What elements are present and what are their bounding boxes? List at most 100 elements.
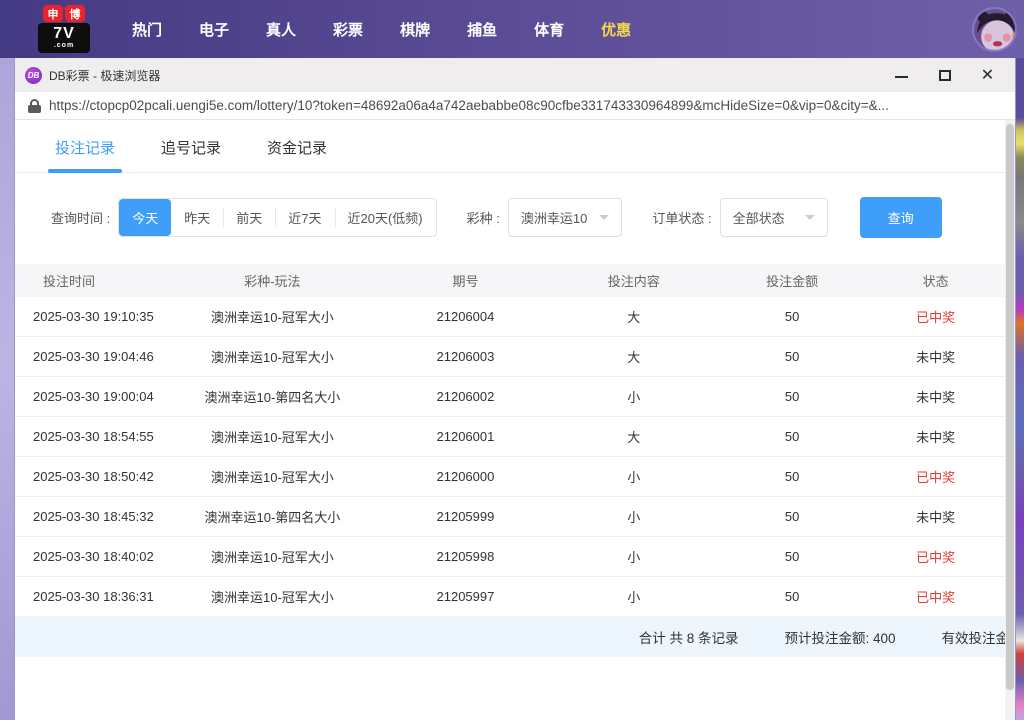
cell-bet-amount: 50 [718,589,867,604]
cell-game-play: 澳洲幸运10-冠军大小 [164,427,382,446]
desktop-wallpaper-sliver [1016,58,1024,720]
cell-bet-time: 2025-03-30 19:00:04 [15,389,164,404]
cell-bet-content: 小 [550,547,718,566]
cell-bet-content: 小 [550,387,718,406]
time-range-option[interactable]: 前天 [223,199,275,236]
site-navbar: 申 博 7V .com 热门 电子 真人 彩票 棋牌 捕鱼 体育 优惠 [0,0,1024,58]
nav-menu-item[interactable]: 真人 [266,19,296,40]
scrollbar-thumb[interactable] [1006,124,1014,690]
time-range-option[interactable]: 近7天 [275,199,334,236]
order-status-select[interactable]: 全部状态 [720,198,828,237]
time-range-option[interactable]: 昨天 [171,199,223,236]
cell-issue: 21206002 [381,389,549,404]
cell-bet-amount: 50 [718,469,867,484]
cell-bet-content: 小 [550,507,718,526]
nav-menu: 热门 电子 真人 彩票 棋牌 捕鱼 体育 优惠 [132,19,631,40]
header-issue: 期号 [381,271,549,290]
cell-bet-amount: 50 [718,509,867,524]
time-range-option[interactable]: 近20天(低频) [335,199,436,236]
nav-menu-item[interactable]: 热门 [132,19,162,40]
nav-menu-item[interactable]: 电子 [199,19,229,40]
minimize-button[interactable] [894,68,909,83]
query-button[interactable]: 查询 [860,197,942,238]
cell-issue: 21206001 [381,429,549,444]
user-avatar[interactable] [972,7,1017,52]
close-button[interactable]: ✕ [980,68,995,83]
time-filter-label: 查询时间 : [51,208,110,227]
cell-game-play: 澳洲幸运10-冠军大小 [164,467,382,486]
cell-status: 已中奖 [866,467,1005,486]
window-titlebar[interactable]: DB DB彩票 - 极速浏览器 ✕ [15,58,1015,92]
url-bar[interactable]: https://ctopcp02pcali.uengi5e.com/lotter… [15,92,1015,120]
cell-game-play: 澳洲幸运10-冠军大小 [164,347,382,366]
window-controls: ✕ [894,68,1005,83]
lottery-select[interactable]: 澳洲幸运10 [508,198,622,237]
maximize-button[interactable] [937,68,952,83]
lottery-select-value: 澳洲幸运10 [521,208,587,227]
summary-valid-amount: 有效投注金 [942,627,1006,647]
cell-bet-amount: 50 [718,349,867,364]
cell-bet-time: 2025-03-30 18:40:02 [15,549,164,564]
cell-status: 已中奖 [866,307,1005,326]
cell-game-play: 澳洲幸运10-冠军大小 [164,587,382,606]
url-text[interactable]: https://ctopcp02pcali.uengi5e.com/lotter… [49,98,1002,113]
browser-window: DB DB彩票 - 极速浏览器 ✕ https://ctopcp02pcali.… [14,58,1016,720]
summary-total-records: 合计 共 8 条记录 [639,627,739,647]
cell-status: 未中奖 [866,387,1005,406]
cell-issue: 21205997 [381,589,549,604]
record-tabs: 投注记录 追号记录 资金记录 [15,120,1005,173]
table-row: 2025-03-30 18:54:55 澳洲幸运10-冠军大小 21206001… [15,417,1005,457]
cell-bet-content: 大 [550,427,718,446]
cell-game-play: 澳洲幸运10-冠军大小 [164,307,382,326]
cell-issue: 21206004 [381,309,549,324]
summary-bar: 合计 共 8 条记录 预计投注金额: 400 有效投注金 [15,617,1005,657]
chevron-down-icon [805,215,815,220]
record-tab[interactable]: 投注记录 [55,137,115,172]
status-filter-label: 订单状态 : [652,208,711,227]
cell-status: 已中奖 [866,547,1005,566]
table-row: 2025-03-30 19:04:46 澳洲幸运10-冠军大小 21206003… [15,337,1005,377]
nav-menu-item[interactable]: 棋牌 [400,19,430,40]
chevron-down-icon [599,215,609,220]
order-status-value: 全部状态 [733,208,785,227]
cell-bet-time: 2025-03-30 19:10:35 [15,309,164,324]
nav-menu-item[interactable]: 彩票 [333,19,363,40]
time-range-option[interactable]: 今天 [119,199,171,236]
close-icon: ✕ [980,68,995,83]
logo-suffix-text: .com [38,42,90,49]
cell-bet-time: 2025-03-30 18:45:32 [15,509,164,524]
cell-status: 未中奖 [866,507,1005,526]
nav-menu-item[interactable]: 体育 [534,19,564,40]
minimize-icon [895,76,908,78]
cell-issue: 21206000 [381,469,549,484]
table-row: 2025-03-30 18:45:32 澳洲幸运10-第四名大小 2120599… [15,497,1005,537]
summary-expected-amount: 预计投注金额: 400 [784,627,895,647]
cell-bet-amount: 50 [718,429,867,444]
table-row: 2025-03-30 18:50:42 澳洲幸运10-冠军大小 21206000… [15,457,1005,497]
logo-badge-right: 博 [65,5,85,22]
cell-issue: 21206003 [381,349,549,364]
cell-bet-time: 2025-03-30 18:36:31 [15,589,164,604]
nav-menu-item[interactable]: 捕鱼 [467,19,497,40]
header-status: 状态 [866,271,1005,290]
window-title: DB彩票 - 极速浏览器 [49,67,160,84]
cell-bet-content: 小 [550,467,718,486]
site-logo[interactable]: 申 博 7V .com [38,5,90,53]
cell-game-play: 澳洲幸运10-第四名大小 [164,387,382,406]
cell-bet-content: 大 [550,347,718,366]
cell-bet-content: 大 [550,307,718,326]
record-tab[interactable]: 资金记录 [267,137,327,172]
cell-issue: 21205999 [381,509,549,524]
table-row: 2025-03-30 18:36:31 澳洲幸运10-冠军大小 21205997… [15,577,1005,617]
cell-game-play: 澳洲幸运10-第四名大小 [164,507,382,526]
cell-bet-time: 2025-03-30 19:04:46 [15,349,164,364]
record-tab[interactable]: 追号记录 [161,137,221,172]
nav-menu-item[interactable]: 优惠 [601,19,631,40]
browser-app-icon: DB [25,67,42,84]
table-row: 2025-03-30 19:10:35 澳洲幸运10-冠军大小 21206004… [15,297,1005,337]
filter-bar: 查询时间 : 今天 昨天 前天 近7天 近20天(低频) 彩种 : 澳洲幸运10 [51,197,1005,238]
scrollbar[interactable] [1005,120,1015,720]
cell-bet-time: 2025-03-30 18:50:42 [15,469,164,484]
cell-status: 未中奖 [866,427,1005,446]
avatar-illustration [974,9,1017,52]
